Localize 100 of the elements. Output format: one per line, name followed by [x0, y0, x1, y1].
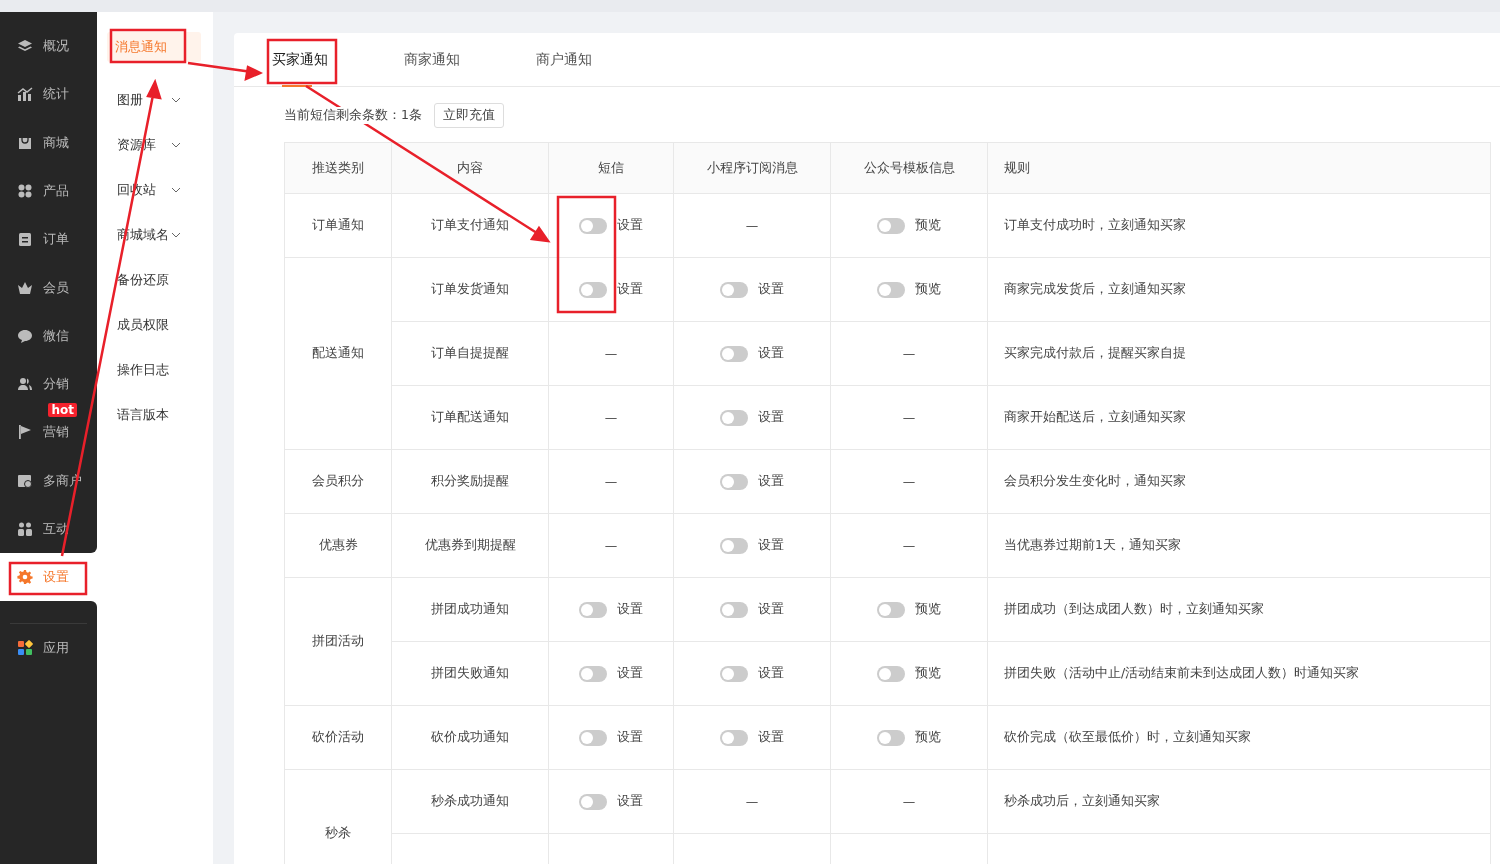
table-cell: 商家完成发货后，立刻通知买家	[1004, 281, 1186, 296]
flag-icon	[17, 424, 33, 441]
chevron-down-icon	[171, 141, 181, 148]
settings-link[interactable]: 设置	[617, 665, 643, 682]
toggle-switch[interactable]	[720, 729, 748, 746]
column-header: 短信	[598, 159, 624, 175]
sidebar-item[interactable]: 分销	[0, 370, 97, 399]
table-cell: 商家开始配送后，立刻通知买家	[1004, 409, 1186, 424]
recharge-button[interactable]: 立即充值	[433, 103, 504, 128]
chevron-down-icon	[171, 96, 181, 103]
dash-text: —	[902, 346, 916, 361]
tab[interactable]: 商户通知	[536, 33, 668, 86]
settings-link[interactable]: 设置	[758, 665, 784, 682]
toggle-switch[interactable]	[720, 665, 748, 682]
settings-link[interactable]: 设置	[617, 281, 643, 298]
tab[interactable]: 商家通知	[404, 33, 536, 86]
table-cell: 积分奖励提醒	[431, 473, 509, 488]
toggle-switch[interactable]	[720, 537, 748, 554]
toggle-switch[interactable]	[579, 729, 607, 746]
sidebar-item[interactable]: 统计	[0, 80, 97, 109]
toggle-switch[interactable]	[877, 601, 905, 618]
settings-link[interactable]: 设置	[758, 729, 784, 746]
settings-link[interactable]: 设置	[617, 217, 643, 234]
table-cell: 砍价成功通知	[431, 729, 509, 744]
sidebar-item[interactable]: 商城	[0, 128, 97, 157]
sidebar-item[interactable]: 产品	[0, 177, 97, 205]
settings-link[interactable]: 预览	[915, 665, 941, 682]
chart-icon	[17, 86, 33, 103]
submenu-item[interactable]: 备份还原	[97, 257, 201, 302]
table-cell: 拼团失败通知	[431, 665, 509, 680]
settings-icon	[17, 569, 33, 586]
submenu-item[interactable]: 语言版本	[97, 392, 201, 437]
sidebar-item[interactable]: 概况	[0, 32, 97, 61]
dash-text: —	[902, 794, 916, 809]
toggle-switch[interactable]	[720, 345, 748, 362]
sidebar-item[interactable]: 会员	[0, 273, 97, 302]
toggle-switch[interactable]	[579, 793, 607, 810]
column-header: 推送类别	[312, 159, 364, 175]
users-icon	[17, 376, 33, 393]
table-cell: 优惠券	[318, 537, 358, 552]
dash-text: —	[604, 474, 618, 489]
settings-link[interactable]: 预览	[915, 601, 941, 618]
settings-link[interactable]: 设置	[758, 409, 784, 426]
table-cell: 当优惠券过期前1天，通知买家	[1004, 537, 1181, 552]
table-cell: 拼团活动	[312, 633, 364, 648]
toggle-switch[interactable]	[720, 473, 748, 490]
settings-link[interactable]: 设置	[617, 729, 643, 746]
sms-balance-text: 当前短信剩余条数：1条	[284, 107, 422, 124]
table-cell: 订单配送通知	[431, 409, 509, 424]
dash-text: —	[604, 346, 618, 361]
settings-link[interactable]: 预览	[915, 217, 941, 234]
settings-link[interactable]: 设置	[617, 601, 643, 618]
submenu-item[interactable]: 操作日志	[97, 347, 201, 392]
toggle-switch[interactable]	[579, 217, 607, 234]
toggle-switch[interactable]	[579, 601, 607, 618]
dash-text: —	[745, 218, 759, 233]
toggle-switch[interactable]	[720, 281, 748, 298]
column-header: 公众号模板信息	[863, 159, 955, 175]
dash-text: —	[902, 410, 916, 425]
table-cell: 拼团失败（活动中止/活动结束前未到达成团人数）时通知买家	[1004, 665, 1360, 680]
sidebar-item[interactable]: 订单	[0, 225, 97, 254]
toggle-switch[interactable]	[720, 409, 748, 426]
table-cell: 秒杀成功后，立刻通知买家	[1004, 793, 1160, 808]
column-header: 小程序订阅消息	[706, 159, 798, 175]
toggle-switch[interactable]	[579, 665, 607, 682]
table-cell: 订单发货通知	[431, 281, 509, 296]
toggle-switch[interactable]	[877, 281, 905, 298]
clip-icon	[17, 231, 33, 248]
settings-link[interactable]: 设置	[617, 793, 643, 810]
settings-link[interactable]: 预览	[915, 729, 941, 746]
toggle-switch[interactable]	[877, 217, 905, 234]
settings-link[interactable]: 设置	[758, 281, 784, 298]
toggle-switch[interactable]	[877, 665, 905, 682]
settings-link[interactable]: 设置	[758, 601, 784, 618]
table-cell: 会员积分发生变化时，通知买家	[1004, 473, 1186, 488]
toggle-switch[interactable]	[579, 281, 607, 298]
dash-text: —	[902, 538, 916, 553]
table-cell: 拼团成功（到达成团人数）时，立刻通知买家	[1004, 601, 1264, 616]
table-cell: 会员积分	[312, 473, 364, 488]
settings-link[interactable]: 设置	[758, 345, 784, 362]
settings-link[interactable]: 设置	[758, 473, 784, 490]
sidebar-item[interactable]: 应用	[0, 624, 97, 673]
toggle-switch[interactable]	[720, 601, 748, 618]
column-header: 规则	[1004, 159, 1030, 175]
submenu-item[interactable]: 成员权限	[97, 302, 201, 347]
settings-link[interactable]: 设置	[758, 537, 784, 554]
dash-text: —	[745, 794, 759, 809]
toggle-switch[interactable]	[877, 729, 905, 746]
chevron-down-icon	[171, 186, 181, 193]
chevron-down-icon	[171, 231, 181, 238]
table-cell: 拼团成功通知	[431, 601, 509, 616]
sidebar-item[interactable]: 营销	[0, 418, 97, 447]
table-cell: 订单自提提醒	[431, 345, 509, 360]
sidebar-item[interactable]: 微信	[0, 321, 97, 350]
settings-link[interactable]: 预览	[915, 281, 941, 298]
grid-icon	[17, 183, 33, 199]
tab[interactable]: 买家通知	[272, 33, 404, 86]
table-cell: 配送通知	[312, 345, 364, 360]
table-cell: 优惠券到期提醒	[424, 537, 516, 552]
submenu-item[interactable]: 图册	[97, 77, 201, 122]
